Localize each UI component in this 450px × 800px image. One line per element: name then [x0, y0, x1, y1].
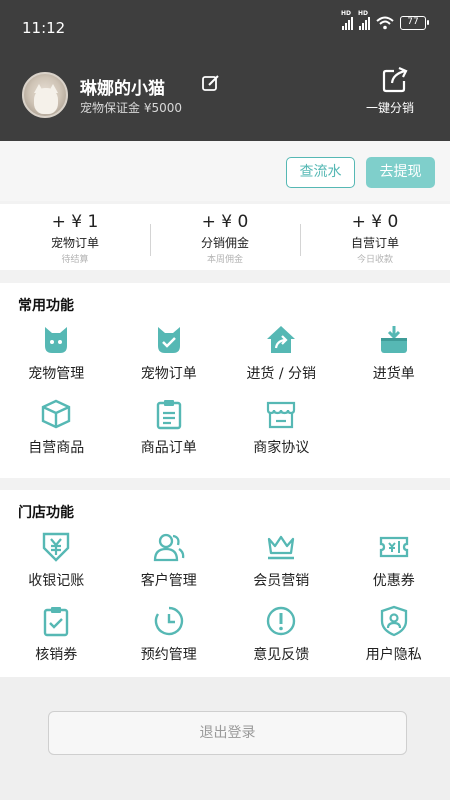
signal-badge: HD — [341, 10, 352, 17]
status-bar: 11:12 HD HD 77 — [0, 0, 450, 50]
stats-row: + ¥ 1 宠物订单 待结算 + ¥ 0 分销佣金 本周佣金 + ¥ 0 自营订… — [0, 204, 450, 270]
menu-label: 优惠券 — [372, 573, 415, 589]
stat-pet-orders[interactable]: + ¥ 1 宠物订单 待结算 — [0, 204, 150, 270]
customers-icon — [153, 533, 185, 562]
clipboard-icon — [156, 400, 181, 430]
section-title: 常用功能 — [18, 298, 74, 314]
common-functions-panel: 常用功能 宠物管理 宠物订单 进货 / 分销 进货单 自营商品 商品订单 商家协… — [0, 283, 450, 478]
section-title: 门店功能 — [18, 505, 74, 521]
menu-label: 自营商品 — [28, 440, 85, 456]
menu-coupons[interactable]: 优惠券 — [338, 528, 450, 602]
stat-value: + ¥ 0 — [351, 212, 399, 232]
username: 琳娜的小猫 — [80, 79, 165, 99]
menu-label: 商家协议 — [253, 440, 310, 456]
stat-sub: 今日收款 — [356, 255, 393, 265]
action-bar: 查流水 去提现 — [0, 141, 450, 201]
menu-label: 宠物订单 — [140, 366, 197, 382]
menu-label: 核销券 — [35, 647, 78, 663]
menu-cashier[interactable]: 收银记账 — [0, 528, 113, 602]
store-functions-panel: 门店功能 收银记账 客户管理 会员营销 优惠券 核销券 预约管理 意见反馈 用户… — [0, 490, 450, 677]
menu-label: 商品订单 — [140, 440, 197, 456]
logout-area: 退出登录 — [0, 677, 450, 800]
cat-check-icon — [157, 327, 180, 353]
cat-face-icon — [45, 327, 68, 353]
menu-pet-management[interactable]: 宠物管理 — [0, 321, 113, 395]
store-icon — [267, 401, 296, 429]
feedback-icon — [267, 606, 296, 636]
view-flow-button[interactable]: 查流水 — [286, 157, 355, 188]
stat-label: 宠物订单 — [50, 236, 99, 250]
clock-icon — [154, 606, 183, 636]
menu-merchant-agreement[interactable]: 商家协议 — [225, 395, 338, 469]
stat-label: 自营订单 — [350, 236, 399, 250]
edit-icon[interactable] — [201, 73, 221, 97]
stat-label: 分销佣金 — [200, 236, 249, 250]
store-grid: 收银记账 客户管理 会员营销 优惠券 核销券 预约管理 意见反馈 用户隐私 — [0, 528, 450, 676]
menu-label: 收银记账 — [28, 573, 85, 589]
menu-label: 预约管理 — [140, 647, 197, 663]
menu-pet-orders[interactable]: 宠物订单 — [113, 321, 226, 395]
share-label[interactable]: 一键分销 — [366, 99, 414, 116]
menu-label: 会员营销 — [253, 573, 310, 589]
stat-value: + ¥ 0 — [201, 212, 249, 232]
crown-icon — [268, 535, 295, 560]
menu-label: 意见反馈 — [253, 647, 310, 663]
share-icon[interactable] — [381, 66, 409, 98]
withdraw-button[interactable]: 去提现 — [366, 157, 435, 188]
common-grid: 宠物管理 宠物订单 进货 / 分销 进货单 自营商品 商品订单 商家协议 — [0, 321, 450, 469]
menu-verify-coupons[interactable]: 核销券 — [0, 602, 113, 676]
menu-label: 进货 / 分销 — [246, 366, 317, 382]
menu-label: 用户隐私 — [365, 647, 422, 663]
logout-button[interactable]: 退出登录 — [48, 711, 407, 755]
battery-icon: 77 — [400, 16, 429, 30]
deposit-text: 宠物保证金 ¥5000 — [80, 101, 182, 115]
signal-icon: HD — [341, 10, 353, 30]
cash-register-icon — [43, 532, 70, 562]
menu-customers[interactable]: 客户管理 — [113, 528, 226, 602]
wifi-icon — [376, 16, 394, 30]
avatar[interactable] — [22, 72, 68, 118]
coupon-icon — [379, 536, 408, 558]
profile-header: 11:12 HD HD 77 琳娜的小猫 宠物保证金 ¥5000 一键分销 — [0, 0, 450, 141]
menu-privacy[interactable]: 用户隐私 — [338, 602, 450, 676]
basket-icon — [380, 326, 407, 353]
signal-icon-2: HD — [358, 10, 370, 30]
menu-member-marketing[interactable]: 会员营销 — [225, 528, 338, 602]
menu-label: 宠物管理 — [28, 366, 85, 382]
status-time: 11:12 — [22, 19, 66, 37]
stat-distribution[interactable]: + ¥ 0 分销佣金 本周佣金 — [150, 204, 300, 270]
status-icons: HD HD 77 — [341, 10, 429, 30]
house-share-icon — [267, 326, 296, 353]
menu-appointments[interactable]: 预约管理 — [113, 602, 226, 676]
stat-sub: 本周佣金 — [206, 255, 243, 265]
stat-self-orders[interactable]: + ¥ 0 自营订单 今日收款 — [300, 204, 450, 270]
stat-value: + ¥ 1 — [51, 212, 99, 232]
stat-sub: 待结算 — [61, 255, 89, 265]
menu-label: 客户管理 — [140, 573, 197, 589]
menu-self-products[interactable]: 自营商品 — [0, 395, 113, 469]
menu-purchase-list[interactable]: 进货单 — [338, 321, 450, 395]
menu-product-orders[interactable]: 商品订单 — [113, 395, 226, 469]
signal-badge-2: HD — [358, 10, 369, 17]
menu-label: 进货单 — [372, 366, 415, 382]
menu-purchase-distribution[interactable]: 进货 / 分销 — [225, 321, 338, 395]
verify-coupon-icon — [44, 607, 69, 637]
privacy-icon — [380, 605, 407, 637]
menu-feedback[interactable]: 意见反馈 — [225, 602, 338, 676]
box-icon — [42, 399, 71, 429]
